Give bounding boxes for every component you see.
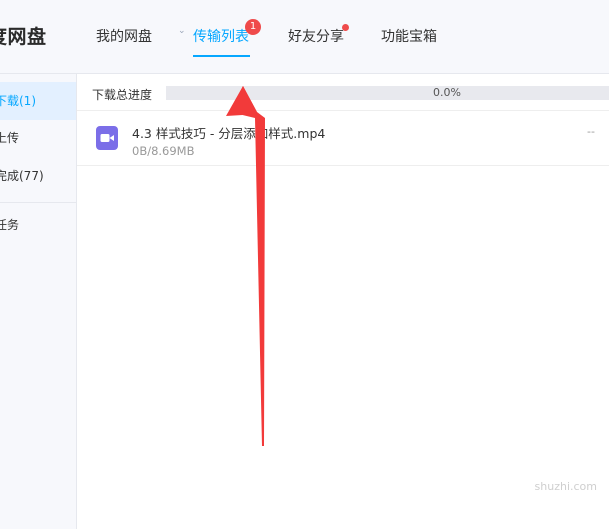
- file-name: 4.3 样式技巧 - 分层添加样式.mp4: [132, 126, 326, 141]
- transfer-count-badge: 1: [245, 19, 261, 35]
- top-header: 度网盘 我的网盘 ⌄ 传输列表 1 好友分享 功能宝箱: [0, 0, 609, 74]
- sidebar: 下载(1) 上传 完成(77) 任务: [0, 74, 77, 529]
- sidebar-item-label: 下载(1): [0, 94, 36, 108]
- notification-dot: [342, 24, 349, 31]
- tab-friend-share[interactable]: 好友分享: [288, 26, 344, 46]
- sidebar-item-downloading[interactable]: 下载(1): [0, 82, 76, 120]
- total-progress-percent: 0.0%: [433, 86, 461, 99]
- total-progress-bar: 0.0%: [166, 86, 609, 100]
- chevron-down-icon: ⌄: [178, 26, 186, 36]
- list-item[interactable]: 4.3 样式技巧 - 分层添加样式.mp4 0B/8.69MB --: [77, 111, 609, 166]
- sidebar-item-uploading[interactable]: 上传: [0, 119, 76, 157]
- sidebar-divider: [0, 202, 76, 203]
- sidebar-item-completed[interactable]: 完成(77): [0, 157, 76, 195]
- sidebar-item-label: 完成(77): [0, 169, 44, 183]
- tab-transfer-list[interactable]: 传输列表: [193, 26, 249, 46]
- sidebar-item-label: 上传: [0, 131, 20, 145]
- watermark: shuzhi.com: [534, 480, 597, 493]
- app-title: 度网盘: [0, 26, 47, 48]
- active-tab-underline: [193, 55, 250, 57]
- tab-toolbox[interactable]: 功能宝箱: [381, 26, 437, 46]
- sidebar-item-tasks[interactable]: 任务: [0, 206, 76, 244]
- tab-my-netdisk[interactable]: 我的网盘: [96, 26, 152, 46]
- total-progress-label: 下载总进度: [92, 88, 153, 102]
- sidebar-item-label: 任务: [0, 218, 20, 232]
- annotation-arrow-icon: [226, 86, 265, 446]
- video-file-icon: [96, 126, 118, 150]
- file-status: --: [587, 125, 595, 138]
- file-size: 0B/8.69MB: [132, 144, 195, 158]
